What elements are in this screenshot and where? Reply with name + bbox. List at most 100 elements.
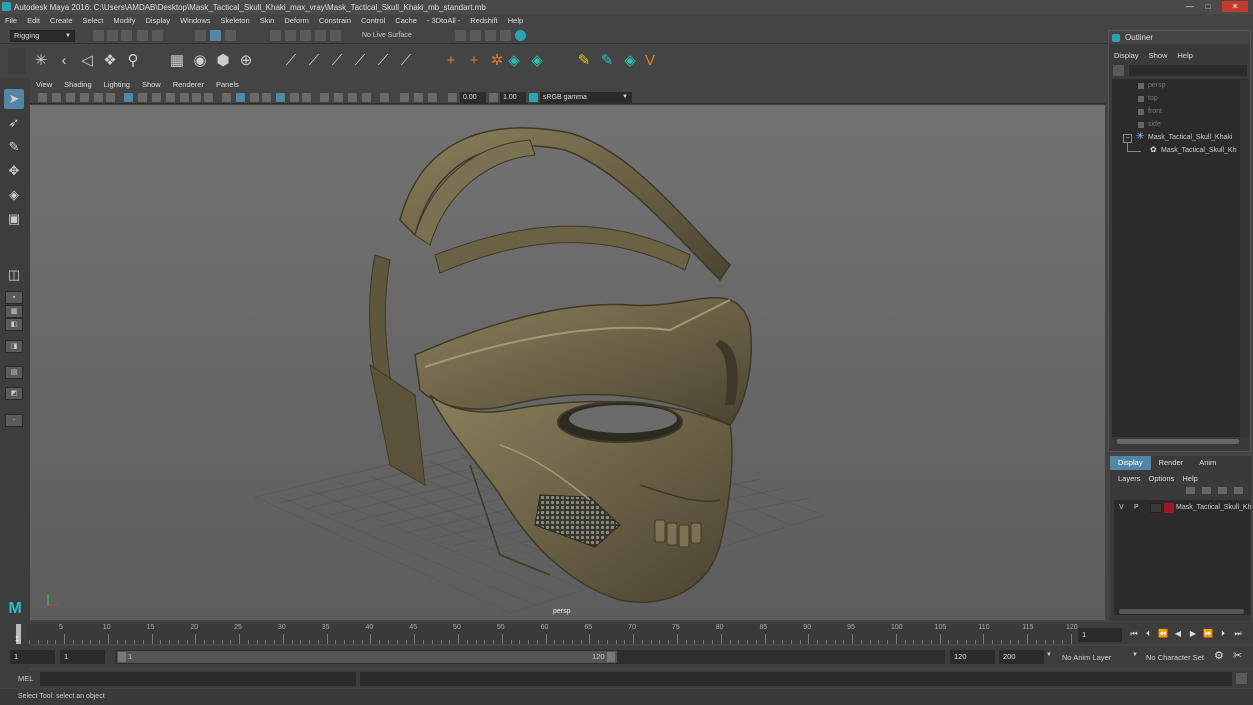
character-set-dropdown[interactable]: No Character Set — [1146, 653, 1204, 662]
menu-select[interactable]: Select — [78, 16, 109, 25]
layer-menu-layers[interactable]: Layers — [1114, 474, 1145, 483]
wireframe-icon[interactable] — [222, 93, 231, 102]
detach-skin-icon[interactable]: ⟋ — [305, 52, 323, 70]
select-camera-icon[interactable] — [38, 93, 47, 102]
lattice-icon[interactable]: ▦ — [168, 52, 186, 70]
move-layer-down-icon[interactable] — [1202, 487, 1211, 494]
menu-help[interactable]: Help — [503, 16, 528, 25]
smooth-shade-icon[interactable] — [236, 93, 245, 102]
playback-start-field[interactable]: 1 — [60, 650, 105, 664]
snap-grid-icon[interactable] — [270, 30, 281, 41]
anim-layer-dropdown[interactable]: No Anim Layer — [1062, 653, 1111, 662]
paint-select-tool-icon[interactable]: ✎ — [4, 137, 24, 157]
last-tool-icon[interactable]: ◫ — [4, 265, 24, 285]
image-plane-icon[interactable] — [80, 93, 89, 102]
tab-display[interactable]: Display — [1110, 456, 1151, 470]
open-scene-icon[interactable] — [107, 30, 118, 41]
ik-spline-icon[interactable]: ◁ — [78, 52, 96, 70]
select-hierarchy-icon[interactable] — [195, 30, 206, 41]
auto-key-icon[interactable]: ⚙ — [1214, 649, 1224, 662]
time-ruler[interactable]: 5 10 15 20 25 30 35 40 45 50 55 60 65 70 75 80 85 90 95 100… — [27, 624, 1078, 644]
new-layer-icon[interactable] — [1218, 487, 1227, 494]
filter-icon[interactable] — [1113, 65, 1124, 76]
point-constraint-icon[interactable]: + — [442, 52, 460, 70]
lasso-tool-icon[interactable]: ➶ — [4, 113, 24, 133]
animation-end-field[interactable]: 200 — [999, 650, 1044, 664]
resolution-gate-icon[interactable] — [152, 93, 161, 102]
blend-shape-icon[interactable]: ✎ — [598, 52, 616, 70]
xray-joints-icon[interactable] — [414, 93, 423, 102]
outliner-item-persp[interactable]: persp — [1148, 82, 1166, 89]
play-forward-icon[interactable]: ▶ — [1187, 628, 1199, 640]
persp-graph-layout-icon[interactable]: ▤ — [5, 366, 23, 379]
bend-deformer-icon[interactable]: V — [641, 52, 659, 70]
command-language-label[interactable]: MEL — [18, 674, 33, 683]
orient-constraint-icon[interactable]: ✲ — [488, 52, 506, 70]
ipr-render-icon[interactable] — [470, 30, 481, 41]
gate-mask-icon[interactable] — [166, 93, 175, 102]
screen-space-ao-icon[interactable] — [320, 93, 329, 102]
menu-file[interactable]: File — [0, 16, 22, 25]
script-editor-icon[interactable] — [1236, 673, 1247, 684]
wireframe-on-shaded-icon[interactable] — [262, 93, 271, 102]
bookmark-icon[interactable] — [66, 93, 75, 102]
animation-prefs-icon[interactable]: ✂ — [1233, 649, 1242, 662]
animation-start-field[interactable]: 1 — [10, 650, 55, 664]
snap-point-icon[interactable] — [300, 30, 311, 41]
prune-weights-icon[interactable]: ⟋ — [397, 52, 415, 70]
exposure-icon[interactable] — [448, 93, 457, 102]
wire-deformer-icon[interactable]: ⊕ — [237, 52, 255, 70]
range-slider-handle[interactable] — [117, 651, 617, 663]
menu-constrain[interactable]: Constrain — [314, 16, 356, 25]
persp-outliner-layout-icon[interactable]: ◨ — [5, 340, 23, 353]
view-transform-dropdown[interactable]: sRGB gamma ▼ — [540, 92, 632, 103]
step-forward-frame-icon[interactable]: ⏩ — [1202, 628, 1214, 640]
menu-control[interactable]: Control — [356, 16, 390, 25]
set-driven-key-icon[interactable]: ✎ — [575, 52, 593, 70]
menu-display[interactable]: Display — [141, 16, 176, 25]
outliner-horizontal-scrollbar[interactable] — [1117, 439, 1239, 444]
menu-create[interactable]: Create — [45, 16, 78, 25]
undo-icon[interactable] — [137, 30, 148, 41]
shadows-icon[interactable] — [302, 93, 311, 102]
layer-horizontal-scrollbar[interactable] — [1119, 609, 1244, 614]
new-layer-selected-icon[interactable] — [1234, 487, 1243, 494]
step-back-frame-icon[interactable]: ⏪ — [1157, 628, 1169, 640]
live-surface-field[interactable]: No Live Surface — [352, 29, 432, 42]
film-gate-icon[interactable] — [138, 93, 147, 102]
isolate-select-icon[interactable] — [380, 93, 389, 102]
anti-aliasing-icon[interactable] — [348, 93, 357, 102]
playback-end-field[interactable]: 120 — [950, 650, 995, 664]
menu-cache[interactable]: Cache — [390, 16, 422, 25]
scale-tool-icon[interactable]: ▣ — [4, 209, 24, 229]
save-scene-icon[interactable] — [121, 30, 132, 41]
layer-type-box[interactable] — [1150, 503, 1162, 513]
bind-skin-icon[interactable]: ⟋ — [282, 52, 300, 70]
play-backward-icon[interactable]: ◀ — [1172, 628, 1184, 640]
layer-name[interactable]: Mask_Tactical_Skull_Kh — [1176, 504, 1251, 511]
menu-skin[interactable]: Skin — [255, 16, 280, 25]
layer-visibility-toggle[interactable]: V — [1119, 504, 1124, 511]
panel-menu-lighting[interactable]: Lighting — [98, 80, 136, 89]
tab-anim[interactable]: Anim — [1191, 456, 1224, 470]
new-scene-icon[interactable] — [93, 30, 104, 41]
wrap-deformer-icon[interactable]: ⬢ — [214, 52, 232, 70]
paint-weights-icon[interactable]: ⟋ — [328, 52, 346, 70]
render-frame-icon[interactable] — [455, 30, 466, 41]
redo-icon[interactable] — [152, 30, 163, 41]
sculpt-deformer-icon[interactable]: ◈ — [621, 52, 639, 70]
use-all-lights-icon[interactable] — [290, 93, 299, 102]
go-to-end-icon[interactable]: ⏭ — [1232, 628, 1244, 640]
aim-constraint-icon[interactable]: + — [465, 52, 483, 70]
scale-constraint-icon[interactable]: ◈ — [505, 52, 523, 70]
current-frame-field[interactable]: 1 — [1078, 628, 1122, 642]
parent-constraint-icon[interactable]: ◈ — [528, 52, 546, 70]
joint-tool-icon[interactable]: ✳ — [32, 52, 50, 70]
safe-action-icon[interactable] — [192, 93, 201, 102]
render-settings-icon[interactable] — [485, 30, 496, 41]
single-pane-layout-icon[interactable]: ▪ — [5, 291, 23, 304]
outliner-item-mask-mesh[interactable]: Mask_Tactical_Skull_Kh — [1161, 147, 1236, 154]
camera-attributes-icon[interactable] — [52, 93, 61, 102]
maximize-button[interactable]: □ — [1201, 1, 1215, 12]
collapse-toggle-icon[interactable]: − — [1123, 134, 1132, 143]
